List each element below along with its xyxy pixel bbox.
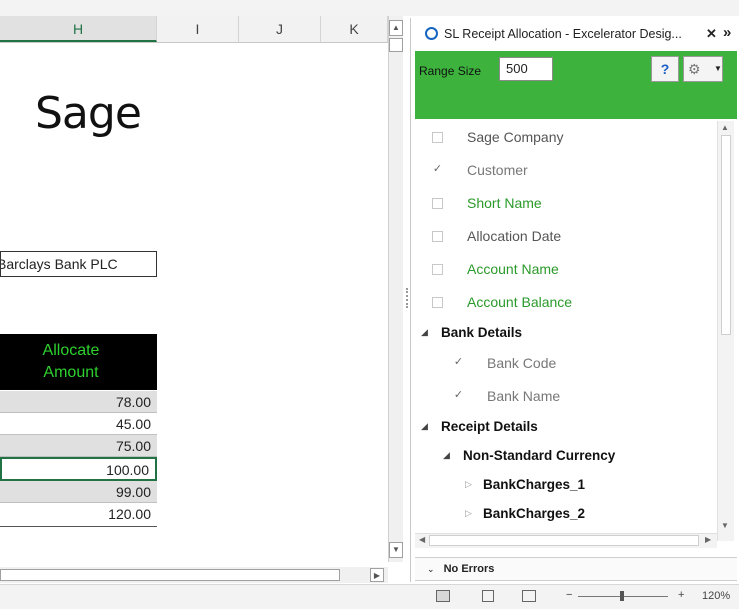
allocate-amount-header[interactable]: Allocate Amount: [0, 334, 157, 390]
checkbox[interactable]: [432, 264, 443, 275]
tree-scroll-left-icon[interactable]: ◀: [419, 535, 425, 544]
checkbox[interactable]: [432, 297, 443, 308]
scroll-thumb[interactable]: [389, 38, 403, 52]
zoom-out-button[interactable]: −: [566, 589, 572, 601]
pane-resize-handle[interactable]: [406, 288, 410, 308]
pane-toolbar: Range Size 500 ? ⚙ ▼: [415, 51, 737, 119]
tree-item-label: Sage Company: [467, 129, 564, 145]
amount-cell[interactable]: 45.00: [0, 413, 157, 435]
tree-vertical-scrollbar[interactable]: ▲ ▼: [717, 121, 734, 541]
sage-logo: Sage: [35, 88, 142, 139]
chevron-down-icon: ▼: [714, 64, 722, 73]
scroll-down-button[interactable]: ▼: [389, 542, 403, 558]
sheet-horizontal-scrollbar[interactable]: ▶: [0, 567, 388, 583]
tree-item-label: Account Name: [467, 261, 559, 277]
ribbon-strip: [0, 0, 739, 16]
pane-title-bar: SL Receipt Allocation - Excelerator Desi…: [411, 18, 739, 50]
tree-item-label: Allocation Date: [467, 228, 562, 244]
expand-arrow-icon[interactable]: ◢: [443, 439, 450, 472]
amount-cell[interactable]: 120.00: [0, 503, 157, 527]
field-tree: Sage Company ✓ Customer Short Name Alloc…: [415, 121, 721, 547]
tree-item-label: Bank Code: [487, 355, 557, 371]
column-header-k[interactable]: K: [321, 16, 388, 42]
bank-name-cell[interactable]: Barclays Bank PLC: [0, 251, 157, 277]
help-icon[interactable]: ?: [651, 56, 679, 82]
zoom-slider-handle[interactable]: [620, 591, 624, 601]
tree-item-label: Bank Name: [487, 388, 561, 404]
expand-arrow-icon[interactable]: ◢: [421, 410, 428, 443]
tree-group-label: Bank Details: [441, 325, 523, 340]
sheet-vertical-scrollbar[interactable]: ▲ ▼: [388, 16, 403, 562]
tree-scroll-up-icon[interactable]: ▲: [721, 123, 729, 132]
checkbox-checked[interactable]: ✓: [432, 164, 443, 176]
tree-item-label: Short Name: [467, 195, 542, 211]
checkbox[interactable]: [432, 132, 443, 143]
h-scroll-thumb[interactable]: [0, 569, 340, 581]
checkbox[interactable]: [432, 231, 443, 242]
zoom-in-button[interactable]: +: [678, 589, 684, 601]
range-size-label: Range Size: [419, 64, 482, 78]
tree-scroll-thumb[interactable]: [721, 135, 731, 335]
column-header-i[interactable]: I: [157, 16, 239, 42]
scroll-up-button[interactable]: ▲: [389, 20, 403, 36]
close-icon[interactable]: ✕: [706, 18, 717, 50]
normal-view-icon[interactable]: [436, 590, 450, 602]
amount-cell[interactable]: 78.00: [0, 391, 157, 413]
checkbox[interactable]: [432, 198, 443, 209]
overflow-icon[interactable]: »: [723, 17, 731, 49]
settings-gear-icon[interactable]: ⚙ ▼: [683, 56, 723, 82]
zoom-level[interactable]: 120%: [702, 590, 730, 602]
chevron-down-icon[interactable]: ⌄: [427, 564, 435, 574]
tree-horizontal-scrollbar[interactable]: ◀ ▶: [415, 533, 717, 548]
page-break-icon[interactable]: [522, 590, 536, 602]
expand-arrow-icon[interactable]: ◢: [421, 316, 428, 349]
alloc-header-line2: Amount: [43, 364, 99, 381]
amount-cell[interactable]: 75.00: [0, 435, 157, 457]
tree-item-label: Account Balance: [467, 294, 573, 310]
page-layout-icon[interactable]: [482, 590, 494, 602]
task-pane: SL Receipt Allocation - Excelerator Desi…: [410, 18, 739, 582]
range-size-input[interactable]: 500: [499, 57, 553, 81]
tree-scroll-down-icon[interactable]: ▼: [721, 521, 729, 530]
checkbox-checked[interactable]: ✓: [453, 357, 464, 369]
amount-cell-active[interactable]: 100.00: [0, 457, 157, 481]
bank-name-text: Barclays Bank PLC: [0, 256, 118, 272]
tree-hscroll-thumb[interactable]: [429, 535, 699, 546]
scroll-right-button[interactable]: ▶: [370, 568, 384, 582]
tree-item-label: Customer: [467, 162, 528, 178]
checkbox-checked[interactable]: ✓: [453, 390, 464, 402]
pane-title: SL Receipt Allocation - Excelerator Desi…: [444, 27, 682, 41]
tree-scroll-right-icon[interactable]: ▶: [705, 535, 711, 544]
circle-icon: [425, 27, 438, 40]
alloc-header-line1: Allocate: [42, 342, 100, 359]
column-header-row: H I J K: [0, 16, 390, 43]
column-header-h[interactable]: H: [0, 16, 157, 42]
amount-cell[interactable]: 99.00: [0, 481, 157, 503]
status-bar: − + 120%: [0, 584, 739, 609]
column-header-j[interactable]: J: [239, 16, 321, 42]
errors-panel[interactable]: ⌄ No Errors: [415, 557, 737, 581]
errors-label: No Errors: [443, 563, 495, 575]
